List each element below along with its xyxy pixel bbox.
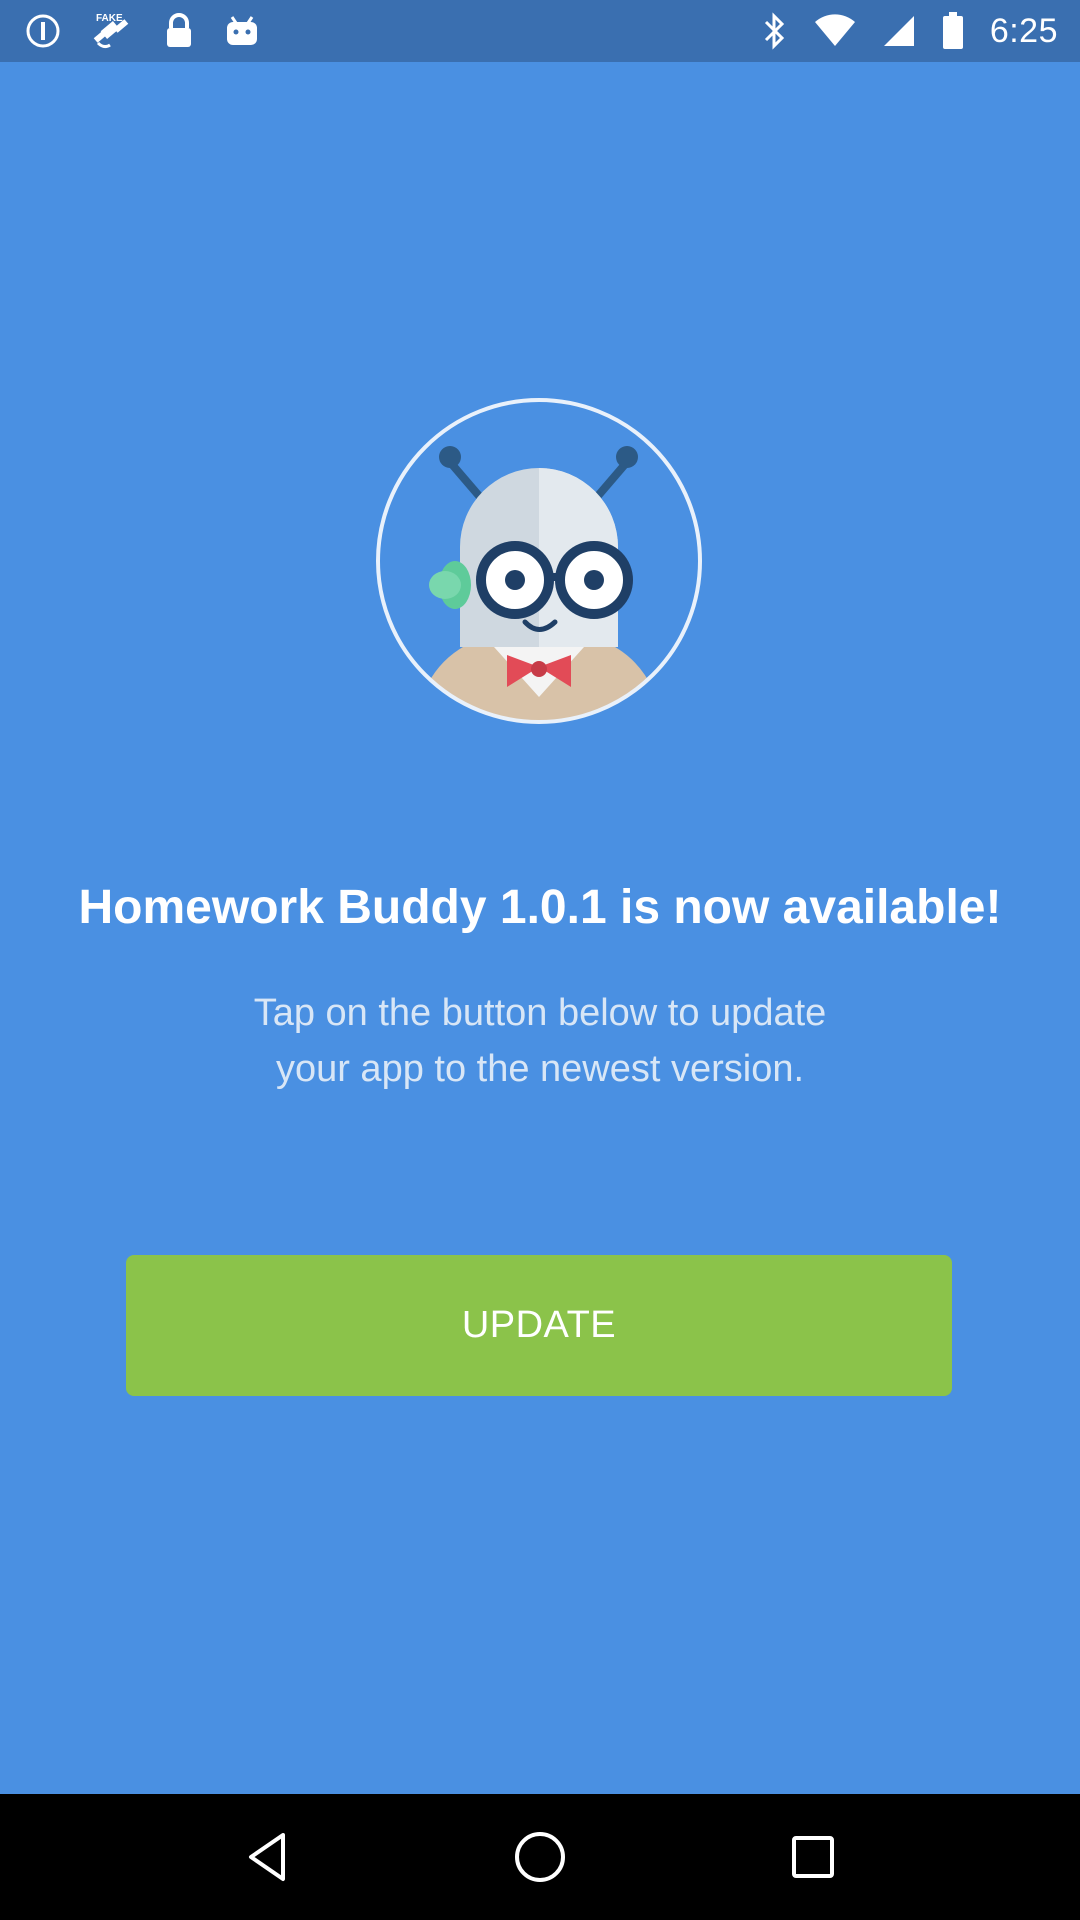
lock-icon xyxy=(164,13,194,49)
update-button[interactable]: UPDATE xyxy=(126,1255,952,1396)
fake-gps-icon: FAKE xyxy=(90,9,134,53)
status-left-icons: FAKE xyxy=(26,9,290,53)
navigation-bar xyxy=(0,1794,1080,1920)
home-button[interactable] xyxy=(500,1817,580,1897)
back-icon xyxy=(248,1833,285,1881)
signal-icon xyxy=(882,14,916,48)
home-icon xyxy=(514,1832,565,1882)
status-bar: FAKE 6:25 xyxy=(0,0,1080,62)
update-description-line-1: Tap on the button below to update xyxy=(253,992,827,1034)
alert-circle-icon xyxy=(26,14,60,48)
battery-icon xyxy=(942,12,964,50)
bluetooth-icon xyxy=(762,12,788,50)
update-description: Tap on the button below to update your a… xyxy=(160,985,920,1097)
back-button[interactable] xyxy=(227,1817,307,1897)
recents-button[interactable] xyxy=(773,1817,853,1897)
svg-text:FAKE: FAKE xyxy=(96,13,123,24)
status-right-icons: 6:25 xyxy=(736,12,1058,51)
homework-buddy-avatar xyxy=(375,397,703,725)
wifi-icon xyxy=(814,14,856,48)
status-time: 6:25 xyxy=(989,11,1058,50)
update-headline: Homework Buddy 1.0.1 is now available! xyxy=(78,881,1002,934)
android-icon xyxy=(224,15,260,47)
recents-icon xyxy=(792,1836,835,1878)
update-description-line-2: your app to the newest version. xyxy=(275,1048,805,1090)
robot-mascot-icon xyxy=(376,398,702,724)
